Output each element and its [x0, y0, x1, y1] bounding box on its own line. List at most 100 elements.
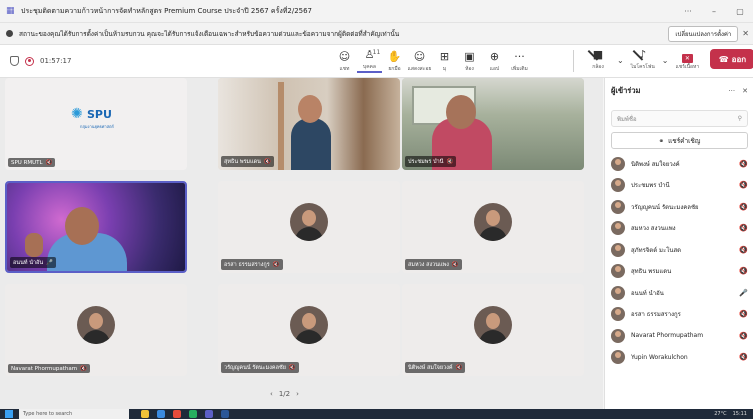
- rooms-button[interactable]: ▣ ห้อง: [457, 50, 482, 73]
- window-more-button[interactable]: ···: [675, 7, 701, 16]
- more-button[interactable]: ··· เพิ่มเติม: [507, 50, 532, 73]
- avatar: [290, 203, 328, 241]
- mic-muted-icon: 🔇: [455, 364, 463, 371]
- mic-muted-icon: 🔇: [739, 181, 748, 190]
- toolbar-button-label: เพิ่มเติม: [511, 66, 528, 72]
- change-settings-button[interactable]: เปลี่ยนแปลงการตั้งค่า: [668, 25, 739, 42]
- weather-temp: 27°C: [714, 411, 727, 417]
- participant-item[interactable]: สุทธิน พรมแดน 🔇: [605, 261, 753, 283]
- participant-name: วรัญญูคนน์ รัตนะมงคลชัย: [631, 203, 699, 211]
- video-tile[interactable]: สุทธิน พรมแดน 🔇: [218, 78, 400, 170]
- mic-muted-icon: 🔇: [45, 159, 53, 166]
- spu-star-icon: ✺: [71, 106, 83, 122]
- participant-item[interactable]: วรัญญูคนน์ รัตนะมงคลชัย 🔇: [605, 196, 753, 218]
- tile-name: Navarat Phormupatham: [11, 365, 78, 372]
- spu-logo-subtitle: กลุ่มงานยุทธศาสตร์: [80, 124, 114, 129]
- title-bar: ▦ ประชุมติดตามความก้าวหน้าการจัดทำหลักสู…: [0, 0, 753, 23]
- pager-next-icon[interactable]: ›: [296, 390, 299, 398]
- tile-name-label: นิติพงษ์ สมใจยวงค์ 🔇: [405, 362, 466, 373]
- tile-name-label: ประชมพร บำนี 🔇: [405, 156, 457, 167]
- participant-item[interactable]: Yupin Worakulchon 🔇: [605, 347, 753, 369]
- share-button[interactable]: ✕ แชร์เนื้อหา: [672, 51, 702, 71]
- leave-button[interactable]: ☎ ออก: [710, 49, 753, 69]
- video-tile[interactable]: อรสา ธรรมสรางกูร 🔇: [218, 181, 400, 273]
- participant-search-input[interactable]: พิมพ์ชื่อ ⚲: [611, 110, 748, 127]
- avatar: [611, 199, 625, 214]
- avatar: [611, 242, 625, 257]
- participant-item[interactable]: นิติพงษ์ สมใจยวงค์ 🔇: [605, 153, 753, 175]
- door-frame: [278, 82, 284, 170]
- video-tile[interactable]: นิติพงษ์ สมใจยวงค์ 🔇: [402, 284, 584, 376]
- mic-muted-icon: 🔇: [272, 261, 280, 268]
- share-icon: ✕: [681, 54, 693, 63]
- meeting-toolbar: 01:57:17 ☺ แชท ♙ 11 บุคคล ✋ ยกมือ ☺ แสดงสะอย ⊞ มุ ▣…: [0, 45, 753, 78]
- status-dnd-icon: [6, 30, 13, 37]
- video-tile[interactable]: ✺ SPU กลุ่มงานยุทธศาสตร์ SPU RMUTL 🔇: [5, 78, 187, 170]
- share-invite-button[interactable]: ⚭ แชร์คำเชิญ: [611, 132, 748, 149]
- people-button[interactable]: ♙ 11 บุคคล: [357, 48, 382, 73]
- mic-label: ไมโครโฟน: [630, 64, 655, 70]
- participant-item[interactable]: อนนท์ นำอัน 🎤: [605, 282, 753, 304]
- recording-icon: [25, 56, 34, 66]
- participant-name: ประชมพร บำนี: [631, 182, 670, 190]
- banner-close-icon[interactable]: ✕: [742, 29, 749, 38]
- raise-hand-button[interactable]: ✋ ยกมือ: [382, 50, 407, 73]
- participant-name: อรสา ธรรมสรางกูร: [631, 311, 681, 319]
- camera-chevron-icon[interactable]: ⌄: [617, 56, 624, 65]
- mic-off-icon: ♪: [639, 48, 647, 61]
- chrome-icon[interactable]: [173, 410, 181, 418]
- line-icon[interactable]: [189, 410, 197, 418]
- video-tile[interactable]: Navarat Phormupatham 🔇: [5, 284, 187, 376]
- participant-name: นิติพงษ์ สมใจยวงค์: [631, 160, 680, 168]
- mic-muted-icon: 🔇: [739, 159, 748, 168]
- participant-item[interactable]: สมหวง สงวนแพง 🔇: [605, 218, 753, 240]
- participant-item[interactable]: อรสา ธรรมสรางกูร 🔇: [605, 304, 753, 326]
- video-tile-active[interactable]: อนนท์ นำอัน 🎤: [5, 181, 187, 273]
- tile-name: นิติพงษ์ สมใจยวงค์: [408, 364, 453, 371]
- teams-taskbar-icon[interactable]: [205, 410, 213, 418]
- tile-name: อนนท์ นำอัน: [13, 259, 44, 266]
- toolbar-button-label: บุคคล: [363, 64, 376, 70]
- avatar: [611, 328, 625, 343]
- video-tile[interactable]: ประชมพร บำนี 🔇: [402, 78, 584, 170]
- participant-name: Navarat Phormupatham: [631, 332, 704, 340]
- view-icon: ⊞: [439, 50, 450, 63]
- explorer-icon[interactable]: [141, 410, 149, 418]
- participant-item[interactable]: Navarat Phormupatham 🔇: [605, 325, 753, 347]
- mic-chevron-icon[interactable]: ⌄: [662, 56, 669, 65]
- shield-icon[interactable]: [10, 56, 19, 66]
- mic-icon: 🎤: [46, 259, 53, 266]
- mic-muted-icon: 🔇: [80, 365, 87, 372]
- mic-muted-icon: 🔇: [739, 202, 748, 211]
- word-icon[interactable]: [221, 410, 229, 418]
- pager-prev-icon[interactable]: ‹: [270, 390, 273, 398]
- toolbar-divider: [573, 50, 574, 72]
- banner-message: สถานะของคุณได้รับการตั้งค่าเป็นห้ามรบกวน…: [19, 29, 400, 38]
- panel-close-icon[interactable]: ✕: [742, 87, 748, 95]
- participant-item[interactable]: ประชมพร บำนี 🔇: [605, 175, 753, 197]
- avatar: [290, 306, 328, 344]
- person-face: [65, 207, 99, 245]
- participants-panel: ผู้เข้าร่วม ··· ✕ พิมพ์ชื่อ ⚲ ⚭ แชร์คำเช…: [604, 78, 753, 409]
- maximize-button[interactable]: ▢: [727, 7, 753, 16]
- taskbar-search-input[interactable]: Type here to search: [19, 409, 129, 419]
- panel-more-icon[interactable]: ···: [728, 87, 735, 95]
- camera-button[interactable]: ■ กล้อง: [583, 48, 613, 71]
- tile-name: สมหวง สงวนแพง: [408, 261, 449, 268]
- chat-button[interactable]: ☺ แชท: [332, 50, 357, 73]
- mic-muted-icon: 🔇: [263, 158, 271, 165]
- view-button[interactable]: ⊞ มุ: [432, 50, 457, 73]
- person-face: [446, 95, 476, 129]
- apps-button[interactable]: ⊕ แอป: [482, 50, 507, 73]
- edge-icon[interactable]: [157, 410, 165, 418]
- search-icon: ⚲: [737, 115, 742, 122]
- mic-button[interactable]: ♪ ไมโครโฟน: [628, 48, 658, 71]
- participant-item[interactable]: สุภัทรจิตต์ มะโนสด 🔇: [605, 239, 753, 261]
- minimize-button[interactable]: –: [701, 7, 727, 16]
- video-tile[interactable]: วรัญญูคนน์ รัตนะมงคลชัย 🔇: [218, 284, 400, 376]
- video-tile[interactable]: สมหวง สงวนแพง 🔇: [402, 181, 584, 273]
- windows-start-icon[interactable]: [5, 410, 13, 418]
- participant-name: สุภัทรจิตต์ มะโนสด: [631, 246, 682, 254]
- react-button[interactable]: ☺ แสดงสะอย: [407, 50, 432, 73]
- leave-label: ออก: [731, 54, 747, 64]
